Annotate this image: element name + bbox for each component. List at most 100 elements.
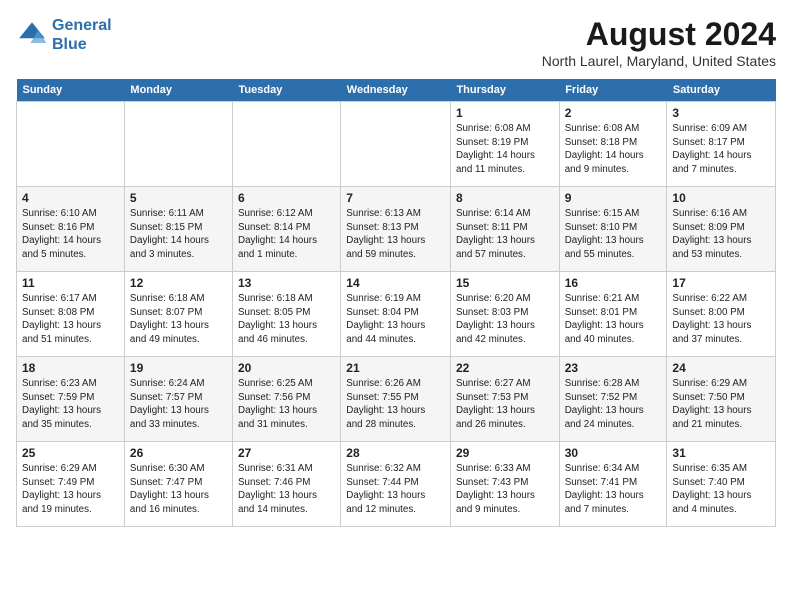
day-info: Sunrise: 6:19 AM Sunset: 8:04 PM Dayligh… (346, 292, 445, 347)
day-number: 6 (238, 191, 335, 205)
logo-line2: Blue (52, 36, 87, 53)
day-cell: 10 Sunrise: 6:16 AM Sunset: 8:09 PM Dayli… (667, 187, 776, 272)
day-info: Sunrise: 6:20 AM Sunset: 8:03 PM Dayligh… (456, 292, 554, 347)
day-number: 14 (346, 276, 445, 290)
day-info: Sunrise: 6:25 AM Sunset: 7:56 PM Dayligh… (238, 377, 335, 432)
day-info: Sunrise: 6:29 AM Sunset: 7:49 PM Dayligh… (22, 462, 119, 517)
day-cell: 14 Sunrise: 6:19 AM Sunset: 8:04 PM Dayli… (341, 272, 451, 357)
day-info: Sunrise: 6:21 AM Sunset: 8:01 PM Dayligh… (565, 292, 662, 347)
day-info: Sunrise: 6:11 AM Sunset: 8:15 PM Dayligh… (130, 207, 227, 262)
day-number: 12 (130, 276, 227, 290)
header-thursday: Thursday (450, 79, 559, 102)
day-info: Sunrise: 6:34 AM Sunset: 7:41 PM Dayligh… (565, 462, 662, 517)
day-cell: 17 Sunrise: 6:22 AM Sunset: 8:00 PM Dayli… (667, 272, 776, 357)
header-monday: Monday (124, 79, 232, 102)
day-info: Sunrise: 6:10 AM Sunset: 8:16 PM Dayligh… (22, 207, 119, 262)
week-row-2: 11 Sunrise: 6:17 AM Sunset: 8:08 PM Dayli… (17, 272, 776, 357)
day-info: Sunrise: 6:27 AM Sunset: 7:53 PM Dayligh… (456, 377, 554, 432)
day-cell: 24 Sunrise: 6:29 AM Sunset: 7:50 PM Dayli… (667, 357, 776, 442)
day-number: 26 (130, 446, 227, 460)
day-cell: 1Sunrise: 6:08 AM Sunset: 8:19 PM Daylig… (450, 102, 559, 187)
header-sunday: Sunday (17, 79, 125, 102)
day-number: 20 (238, 361, 335, 375)
day-info: Sunrise: 6:08 AM Sunset: 8:19 PM Dayligh… (456, 122, 554, 177)
header-wednesday: Wednesday (341, 79, 451, 102)
week-row-3: 18 Sunrise: 6:23 AM Sunset: 7:59 PM Dayli… (17, 357, 776, 442)
day-info: Sunrise: 6:28 AM Sunset: 7:52 PM Dayligh… (565, 377, 662, 432)
logo-line1: General (52, 17, 112, 34)
day-cell: 27 Sunrise: 6:31 AM Sunset: 7:46 PM Dayli… (233, 442, 341, 527)
day-cell: 5 Sunrise: 6:11 AM Sunset: 8:15 PM Daylig… (124, 187, 232, 272)
day-number: 19 (130, 361, 227, 375)
page-header: General Blue August 2024 North Laurel, M… (16, 16, 776, 69)
day-info: Sunrise: 6:24 AM Sunset: 7:57 PM Dayligh… (130, 377, 227, 432)
day-cell: 18 Sunrise: 6:23 AM Sunset: 7:59 PM Dayli… (17, 357, 125, 442)
day-cell: 26 Sunrise: 6:30 AM Sunset: 7:47 PM Dayli… (124, 442, 232, 527)
day-info: Sunrise: 6:17 AM Sunset: 8:08 PM Dayligh… (22, 292, 119, 347)
day-cell: 23 Sunrise: 6:28 AM Sunset: 7:52 PM Dayli… (559, 357, 667, 442)
day-number: 25 (22, 446, 119, 460)
day-info: Sunrise: 6:30 AM Sunset: 7:47 PM Dayligh… (130, 462, 227, 517)
day-cell: 29Sunrise: 6:33 AM Sunset: 7:43 PM Dayli… (450, 442, 559, 527)
day-number: 7 (346, 191, 445, 205)
day-cell: 6 Sunrise: 6:12 AM Sunset: 8:14 PM Daylig… (233, 187, 341, 272)
calendar-table: SundayMondayTuesdayWednesdayThursdayFrid… (16, 79, 776, 527)
day-cell: 30Sunrise: 6:34 AM Sunset: 7:41 PM Dayli… (559, 442, 667, 527)
day-info: Sunrise: 6:22 AM Sunset: 8:00 PM Dayligh… (672, 292, 770, 347)
day-number: 5 (130, 191, 227, 205)
day-info: Sunrise: 6:14 AM Sunset: 8:11 PM Dayligh… (456, 207, 554, 262)
day-number: 23 (565, 361, 662, 375)
day-cell (124, 102, 232, 187)
day-info: Sunrise: 6:15 AM Sunset: 8:10 PM Dayligh… (565, 207, 662, 262)
day-number: 22 (456, 361, 554, 375)
day-cell: 8Sunrise: 6:14 AM Sunset: 8:11 PM Daylig… (450, 187, 559, 272)
day-cell: 25 Sunrise: 6:29 AM Sunset: 7:49 PM Dayli… (17, 442, 125, 527)
week-row-4: 25 Sunrise: 6:29 AM Sunset: 7:49 PM Dayli… (17, 442, 776, 527)
day-info: Sunrise: 6:18 AM Sunset: 8:05 PM Dayligh… (238, 292, 335, 347)
day-cell: 7Sunrise: 6:13 AM Sunset: 8:13 PM Daylig… (341, 187, 451, 272)
day-number: 3 (672, 106, 770, 120)
day-number: 24 (672, 361, 770, 375)
day-cell: 4 Sunrise: 6:10 AM Sunset: 8:16 PM Daylig… (17, 187, 125, 272)
day-info: Sunrise: 6:32 AM Sunset: 7:44 PM Dayligh… (346, 462, 445, 517)
week-row-1: 4 Sunrise: 6:10 AM Sunset: 8:16 PM Daylig… (17, 187, 776, 272)
day-cell (233, 102, 341, 187)
day-info: Sunrise: 6:18 AM Sunset: 8:07 PM Dayligh… (130, 292, 227, 347)
day-info: Sunrise: 6:31 AM Sunset: 7:46 PM Dayligh… (238, 462, 335, 517)
title-block: August 2024 North Laurel, Maryland, Unit… (542, 16, 776, 69)
day-number: 27 (238, 446, 335, 460)
day-number: 10 (672, 191, 770, 205)
day-cell (17, 102, 125, 187)
day-cell: 20 Sunrise: 6:25 AM Sunset: 7:56 PM Dayli… (233, 357, 341, 442)
day-info: Sunrise: 6:12 AM Sunset: 8:14 PM Dayligh… (238, 207, 335, 262)
week-row-0: 1Sunrise: 6:08 AM Sunset: 8:19 PM Daylig… (17, 102, 776, 187)
day-info: Sunrise: 6:08 AM Sunset: 8:18 PM Dayligh… (565, 122, 662, 177)
day-number: 31 (672, 446, 770, 460)
day-cell: 13 Sunrise: 6:18 AM Sunset: 8:05 PM Dayli… (233, 272, 341, 357)
day-cell: 11 Sunrise: 6:17 AM Sunset: 8:08 PM Dayli… (17, 272, 125, 357)
subtitle: North Laurel, Maryland, United States (542, 53, 776, 69)
day-cell: 21Sunrise: 6:26 AM Sunset: 7:55 PM Dayli… (341, 357, 451, 442)
day-number: 21 (346, 361, 445, 375)
header-friday: Friday (559, 79, 667, 102)
day-number: 18 (22, 361, 119, 375)
calendar-body: 1Sunrise: 6:08 AM Sunset: 8:19 PM Daylig… (17, 102, 776, 527)
day-number: 16 (565, 276, 662, 290)
day-info: Sunrise: 6:16 AM Sunset: 8:09 PM Dayligh… (672, 207, 770, 262)
day-number: 28 (346, 446, 445, 460)
day-info: Sunrise: 6:23 AM Sunset: 7:59 PM Dayligh… (22, 377, 119, 432)
logo-text: General Blue (52, 16, 112, 54)
day-info: Sunrise: 6:33 AM Sunset: 7:43 PM Dayligh… (456, 462, 554, 517)
day-info: Sunrise: 6:29 AM Sunset: 7:50 PM Dayligh… (672, 377, 770, 432)
header-row: SundayMondayTuesdayWednesdayThursdayFrid… (17, 79, 776, 102)
day-cell: 31 Sunrise: 6:35 AM Sunset: 7:40 PM Dayli… (667, 442, 776, 527)
logo-icon (16, 19, 48, 51)
day-number: 9 (565, 191, 662, 205)
day-number: 17 (672, 276, 770, 290)
calendar-header: SundayMondayTuesdayWednesdayThursdayFrid… (17, 79, 776, 102)
day-info: Sunrise: 6:35 AM Sunset: 7:40 PM Dayligh… (672, 462, 770, 517)
day-number: 13 (238, 276, 335, 290)
day-number: 4 (22, 191, 119, 205)
day-cell: 28 Sunrise: 6:32 AM Sunset: 7:44 PM Dayli… (341, 442, 451, 527)
day-number: 11 (22, 276, 119, 290)
